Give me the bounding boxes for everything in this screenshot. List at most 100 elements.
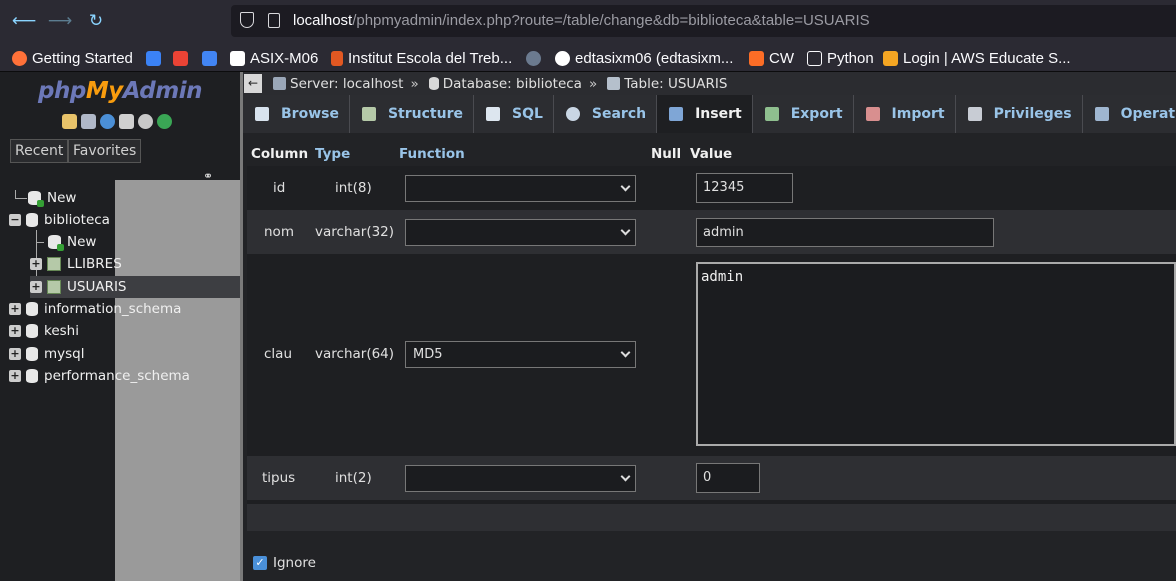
bookmark-circle[interactable] [526, 48, 546, 68]
reload-icon[interactable]: ↻ [83, 8, 109, 34]
tree-item-performance-schema[interactable]: + performance_schema [9, 366, 190, 386]
structure-icon [361, 107, 376, 121]
breadcrumb-database[interactable]: Database: biblioteca [443, 76, 582, 92]
table-icon [607, 77, 621, 90]
table-icon [47, 257, 61, 271]
tab-import[interactable]: Import [854, 95, 956, 133]
database-icon [26, 347, 38, 361]
header-function[interactable]: Function [399, 146, 465, 162]
value-input[interactable]: 12345 [696, 173, 793, 203]
operations-icon [1094, 107, 1109, 121]
tab-structure[interactable]: Structure [350, 95, 474, 133]
breadcrumb-table[interactable]: Table: USUARIS [624, 76, 727, 92]
table-header: Column Type Function Null Value [247, 142, 1176, 166]
tree-item-new-database[interactable]: New [28, 188, 76, 208]
bookmark-institut[interactable]: Institut Escola del Treb... [331, 48, 512, 68]
bookmark-cw[interactable]: CW [749, 48, 794, 68]
school-icon [331, 50, 343, 66]
phpmyadmin-logo[interactable]: phpMyAdmin [38, 78, 202, 104]
ignore-checkbox-row[interactable]: ✓ Ignore [253, 555, 316, 571]
expand-icon[interactable]: + [30, 258, 42, 270]
help-icon[interactable] [100, 114, 115, 129]
url-text[interactable]: localhost/phpmyadmin/index.php?route=/ta… [293, 12, 870, 29]
column-type: varchar(32) [315, 224, 395, 240]
github-icon [555, 50, 570, 66]
expand-icon[interactable]: + [30, 281, 42, 293]
navigation-panel: phpMyAdmin Recent Favorites ⚭ New − bibli… [0, 72, 240, 581]
aws-icon [883, 50, 898, 66]
tab-sql[interactable]: SQL [474, 95, 554, 133]
tree-item-llibres[interactable]: + LLIBRES [30, 254, 122, 274]
expand-icon[interactable]: + [9, 370, 21, 382]
logout-icon[interactable] [81, 114, 96, 129]
column-name: id [273, 180, 286, 196]
function-select[interactable]: MD5 [405, 341, 636, 368]
folder-icon [807, 50, 822, 66]
tree-item-information-schema[interactable]: + information_schema [9, 299, 181, 319]
home-icon[interactable] [62, 114, 77, 129]
column-type: int(8) [335, 180, 372, 196]
url-bar[interactable]: localhost/phpmyadmin/index.php?route=/ta… [231, 5, 1176, 37]
bookmark-python[interactable]: Python [807, 48, 874, 68]
value-input[interactable]: 0 [696, 463, 760, 493]
column-name: tipus [262, 470, 296, 486]
tree-item-keshi[interactable]: + keshi [9, 321, 79, 341]
main-panel: ← Server: localhost » Database: bibliote… [243, 72, 1176, 581]
bookmark-check[interactable] [146, 48, 166, 68]
table-row: id int(8) 12345 [247, 166, 1176, 210]
gear-icon[interactable] [138, 114, 153, 129]
tree-item-mysql[interactable]: + mysql [9, 344, 85, 364]
ignore-label: Ignore [273, 555, 316, 571]
tab-search[interactable]: Search [554, 95, 658, 133]
nav-icon-bar [62, 114, 172, 129]
tab-export[interactable]: Export [753, 95, 854, 133]
recent-button[interactable]: Recent [10, 139, 69, 163]
breadcrumb-server[interactable]: Server: localhost [290, 76, 403, 92]
breadcrumb: ← Server: localhost » Database: bibliote… [243, 72, 1176, 95]
gmail-icon [173, 50, 188, 66]
table-icon [47, 280, 61, 294]
forward-arrow-icon[interactable]: ⟶ [47, 8, 73, 34]
function-select[interactable] [405, 465, 636, 492]
bookmark-gmail[interactable] [173, 48, 193, 68]
header-type[interactable]: Type [315, 146, 350, 162]
bookmark-github[interactable]: edtasixm06 (edtasixm... [555, 48, 733, 68]
search-icon [565, 107, 580, 121]
collapse-nav-icon[interactable]: ← [244, 74, 262, 93]
bookmark-aws[interactable]: Login | AWS Educate S... [883, 48, 1071, 68]
bookmark-calendar[interactable] [202, 48, 222, 68]
tree-item-usuaris[interactable]: + USUARIS [30, 276, 240, 298]
tree-item-new-table[interactable]: New [48, 232, 96, 252]
bookmark-getting-started[interactable]: Getting Started [12, 48, 133, 68]
tab-browse[interactable]: Browse [243, 95, 350, 133]
value-input[interactable]: admin [696, 218, 994, 247]
collapse-icon[interactable]: − [9, 214, 21, 226]
tab-privileges[interactable]: Privileges [956, 95, 1083, 133]
chevron-down-icon [620, 225, 631, 236]
page-icon[interactable] [268, 13, 280, 28]
reload-nav-icon[interactable] [157, 114, 172, 129]
value-textarea[interactable]: admin [696, 262, 1176, 446]
column-name: nom [264, 224, 294, 240]
database-icon [428, 77, 439, 90]
back-arrow-icon[interactable]: ⟵ [11, 8, 37, 34]
chevron-down-icon [620, 181, 631, 192]
shield-icon[interactable] [240, 12, 254, 28]
chevron-down-icon [620, 347, 631, 358]
tab-insert[interactable]: Insert [657, 95, 753, 133]
expand-icon[interactable]: + [9, 303, 21, 315]
function-select[interactable] [405, 175, 636, 202]
tree-item-biblioteca[interactable]: − biblioteca [9, 210, 110, 230]
favorites-button[interactable]: Favorites [68, 139, 142, 163]
tab-operations[interactable]: Operations [1083, 95, 1176, 133]
ignore-checkbox[interactable]: ✓ [253, 556, 267, 570]
bookmark-asix-m06[interactable]: ASIX-M06 [230, 48, 318, 68]
check-icon [146, 50, 161, 66]
database-icon [26, 213, 38, 227]
docs-icon[interactable] [119, 114, 134, 129]
function-select[interactable] [405, 219, 636, 246]
table-row: tipus int(2) 0 [247, 456, 1176, 500]
expand-icon[interactable]: + [9, 325, 21, 337]
table-row: nom varchar(32) admin [247, 210, 1176, 254]
expand-icon[interactable]: + [9, 348, 21, 360]
